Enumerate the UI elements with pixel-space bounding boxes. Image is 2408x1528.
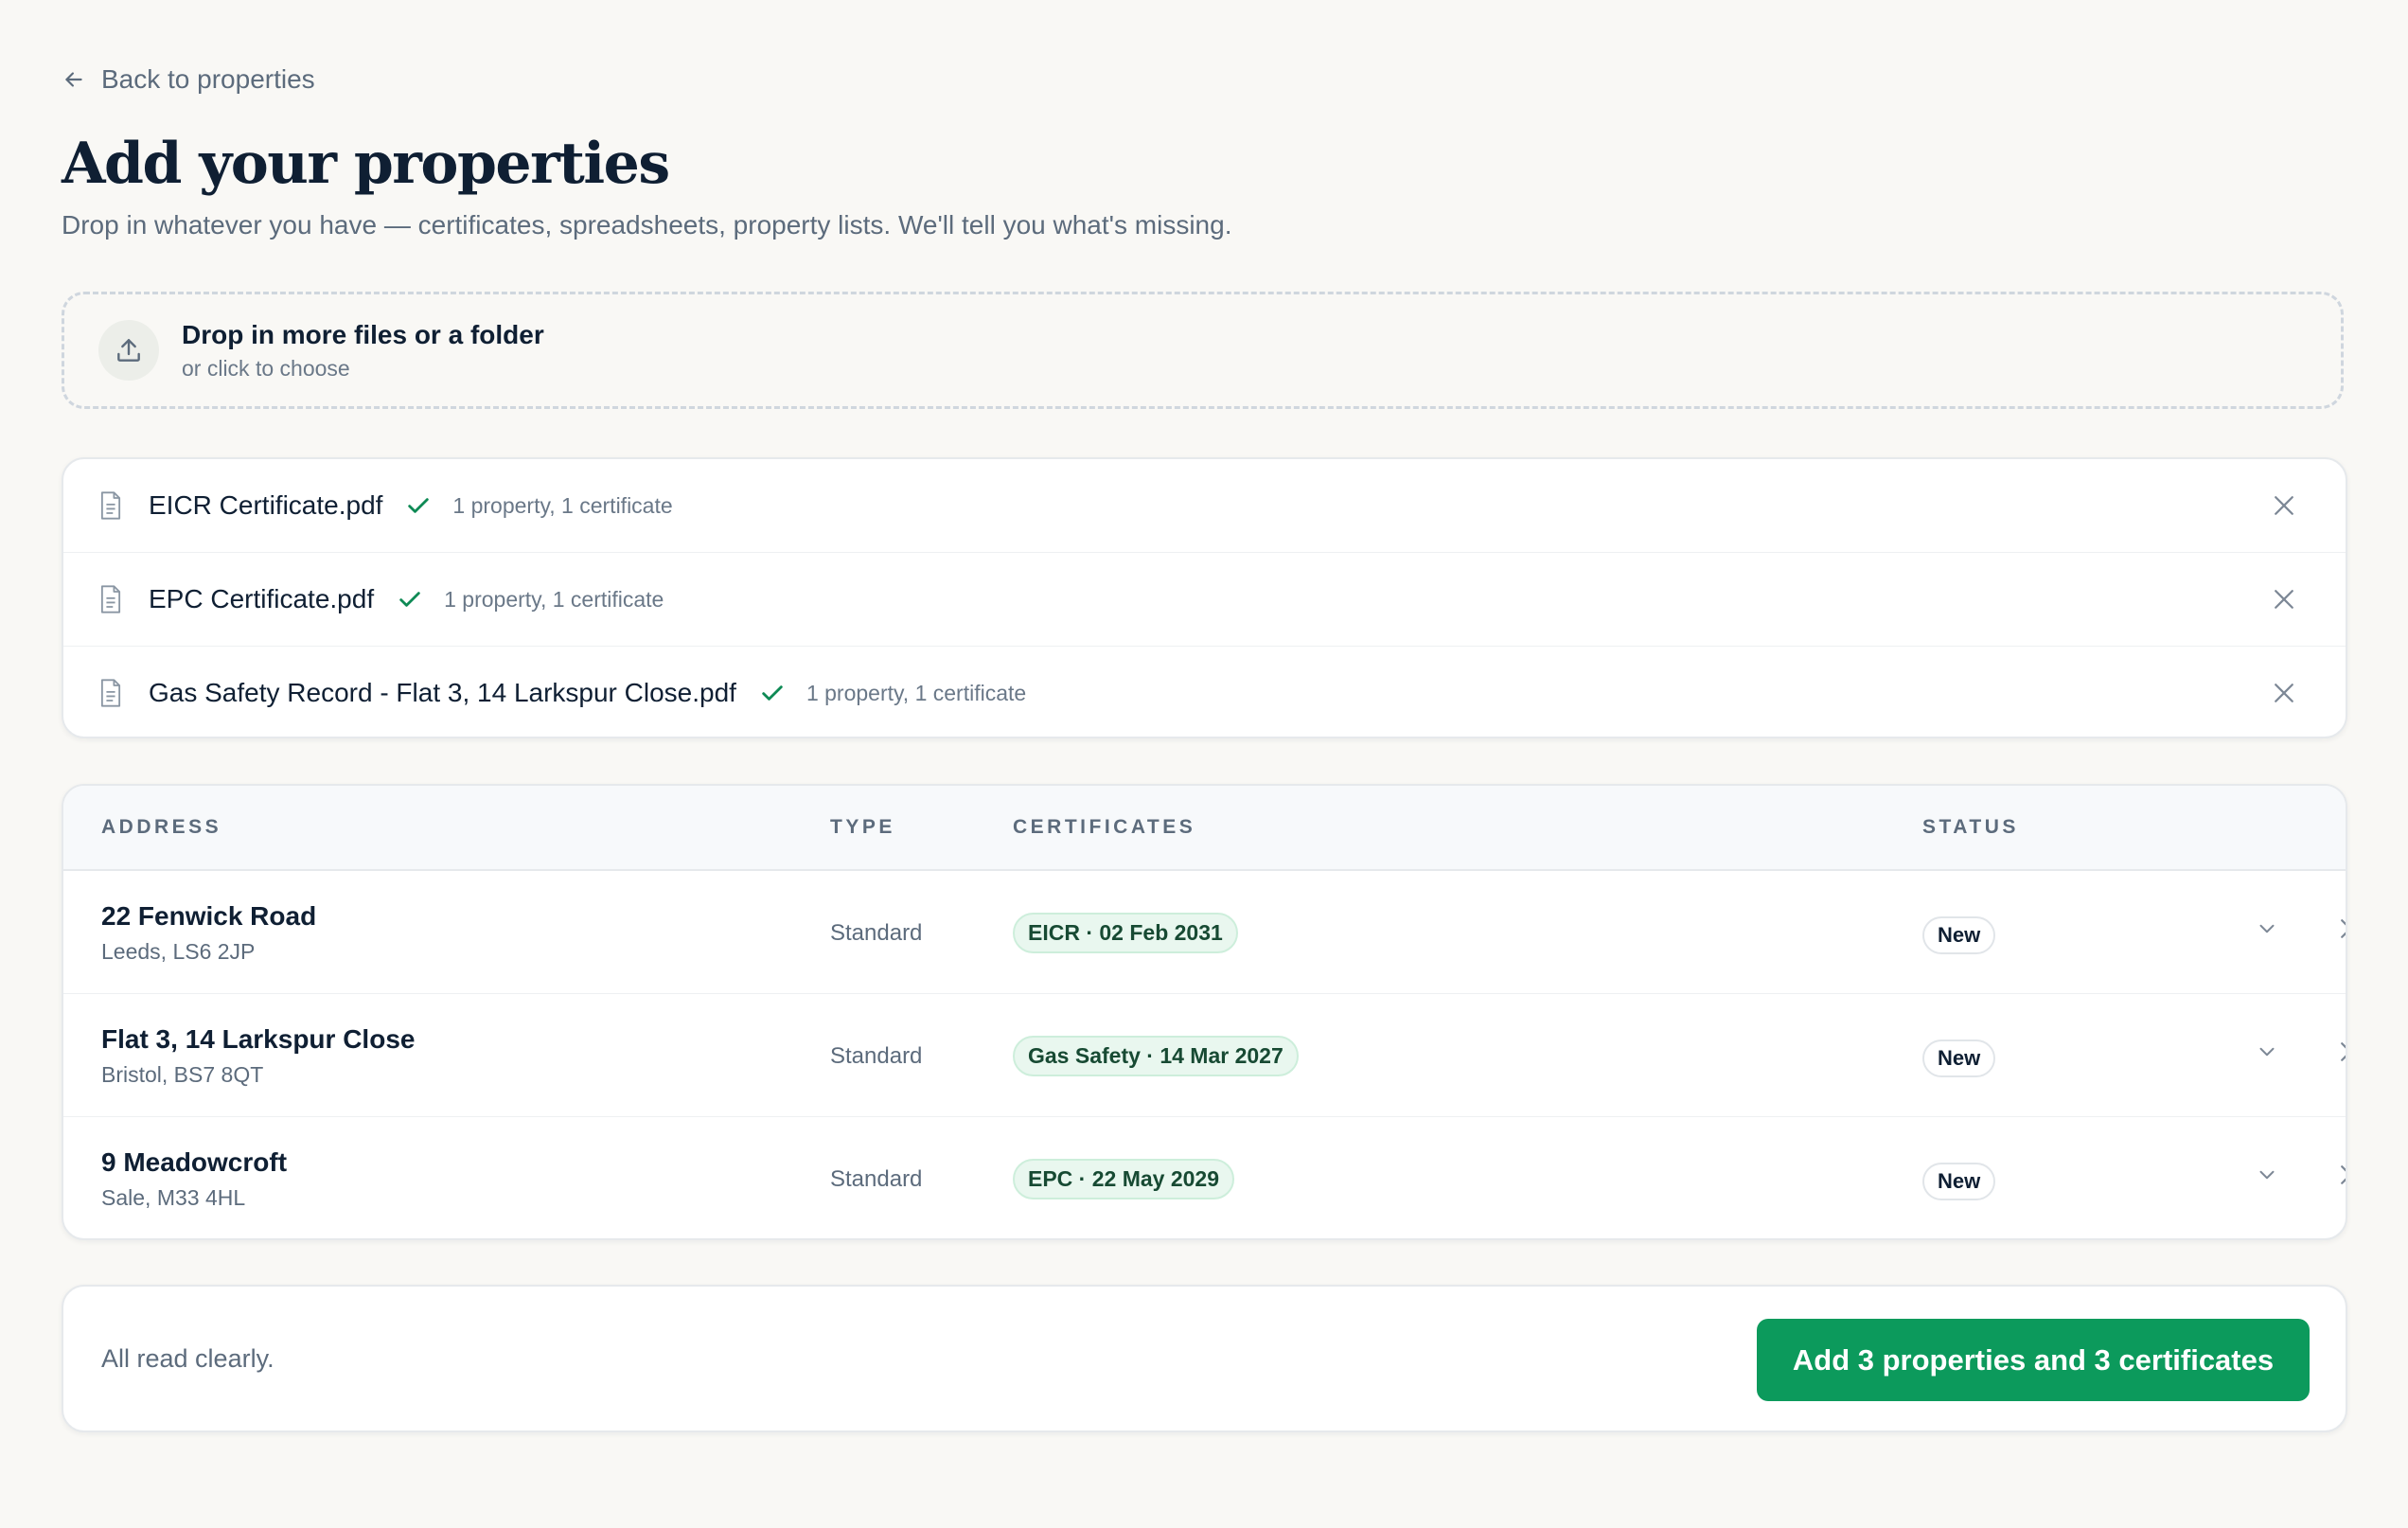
remove-property-button[interactable]: [2336, 1038, 2346, 1066]
file-row: EICR Certificate.pdf 1 property, 1 certi…: [63, 459, 2346, 553]
status-badge: New: [1922, 1163, 1996, 1200]
file-row: EPC Certificate.pdf 1 property, 1 certif…: [63, 553, 2346, 647]
remove-property-button[interactable]: [2336, 915, 2346, 943]
page-title: Add your properties: [62, 131, 670, 197]
close-icon: [2341, 919, 2346, 938]
file-summary: 1 property, 1 certificate: [452, 492, 673, 518]
table-row: 9 Meadowcroft Sale, M33 4HL Standard EPC…: [63, 1117, 2346, 1238]
page: Back to properties Add your properties D…: [0, 0, 2408, 1528]
document-icon: [97, 490, 124, 521]
address-line-2: Leeds, LS6 2JP: [101, 939, 256, 964]
chevron-down-icon: [2259, 1170, 2275, 1180]
status-badge: New: [1922, 916, 1996, 954]
check-icon: [397, 586, 423, 613]
address-line-1: 9 Meadowcroft: [101, 1147, 288, 1177]
remove-file-button[interactable]: [2270, 585, 2298, 613]
remove-file-button[interactable]: [2270, 491, 2298, 520]
back-to-properties-link[interactable]: Back to properties: [62, 64, 315, 95]
remove-file-button[interactable]: [2270, 679, 2298, 707]
address-cell: 9 Meadowcroft Sale, M33 4HL: [101, 1147, 287, 1211]
file-name: Gas Safety Record - Flat 3, 14 Larkspur …: [149, 678, 736, 707]
status-message: All read clearly.: [101, 1343, 274, 1373]
certificate-chip: Gas Safety · 14 Mar 2027: [1013, 1036, 1299, 1076]
page-subtitle: Drop in whatever you have — certificates…: [62, 210, 1232, 240]
chevron-down-icon: [2259, 1047, 2275, 1057]
address-line-2: Sale, M33 4HL: [101, 1185, 246, 1210]
upload-icon: [98, 320, 159, 381]
document-icon: [97, 678, 124, 708]
document-icon: [97, 584, 124, 614]
expand-row-button[interactable]: [2255, 1163, 2279, 1187]
table-header: ADDRESS TYPE CERTIFICATES STATUS: [63, 786, 2346, 871]
certificate-chip: EPC · 22 May 2029: [1013, 1159, 1235, 1199]
check-icon: [405, 492, 432, 519]
file-dropzone[interactable]: Drop in more files or a folder or click …: [62, 292, 2344, 409]
chevron-down-icon: [2259, 924, 2275, 933]
summary-footer: All read clearly. Add 3 properties and 3…: [62, 1285, 2347, 1432]
column-header-certificates: CERTIFICATES: [1013, 816, 1196, 838]
back-link-label: Back to properties: [101, 64, 315, 94]
address-line-1: 22 Fenwick Road: [101, 901, 317, 931]
address-cell: 22 Fenwick Road Leeds, LS6 2JP: [101, 901, 316, 965]
dropzone-title: Drop in more files or a folder: [182, 319, 544, 349]
properties-table: ADDRESS TYPE CERTIFICATES STATUS 22 Fenw…: [62, 784, 2347, 1240]
close-icon: [2341, 1165, 2346, 1184]
column-header-type: TYPE: [830, 816, 895, 838]
column-header-status: STATUS: [1922, 816, 2019, 838]
file-name: EICR Certificate.pdf: [149, 490, 383, 520]
table-row: 22 Fenwick Road Leeds, LS6 2JP Standard …: [63, 871, 2346, 994]
property-type: Standard: [830, 1043, 923, 1069]
table-row: Flat 3, 14 Larkspur Close Bristol, BS7 8…: [63, 994, 2346, 1117]
dropzone-subtitle: or click to choose: [182, 355, 350, 381]
address-cell: Flat 3, 14 Larkspur Close Bristol, BS7 8…: [101, 1024, 415, 1088]
dropzone-text: Drop in more files or a folder or click …: [182, 320, 544, 382]
status-badge: New: [1922, 1039, 1996, 1077]
address-line-2: Bristol, BS7 8QT: [101, 1062, 264, 1087]
close-icon: [2341, 1042, 2346, 1061]
column-header-address: ADDRESS: [101, 816, 222, 838]
file-summary: 1 property, 1 certificate: [806, 680, 1027, 705]
expand-row-button[interactable]: [2255, 1039, 2279, 1064]
certificate-chip: EICR · 02 Feb 2031: [1013, 913, 1238, 953]
file-row: Gas Safety Record - Flat 3, 14 Larkspur …: [63, 647, 2346, 737]
expand-row-button[interactable]: [2255, 916, 2279, 941]
file-summary: 1 property, 1 certificate: [444, 586, 664, 612]
check-icon: [759, 680, 786, 706]
add-properties-button[interactable]: Add 3 properties and 3 certificates: [1757, 1319, 2310, 1401]
property-type: Standard: [830, 1166, 923, 1192]
file-name: EPC Certificate.pdf: [149, 584, 375, 613]
remove-property-button[interactable]: [2336, 1161, 2346, 1189]
uploaded-files-list: EICR Certificate.pdf 1 property, 1 certi…: [62, 457, 2347, 738]
property-type: Standard: [830, 920, 923, 946]
address-line-1: Flat 3, 14 Larkspur Close: [101, 1024, 416, 1054]
arrow-left-icon: [62, 67, 86, 92]
